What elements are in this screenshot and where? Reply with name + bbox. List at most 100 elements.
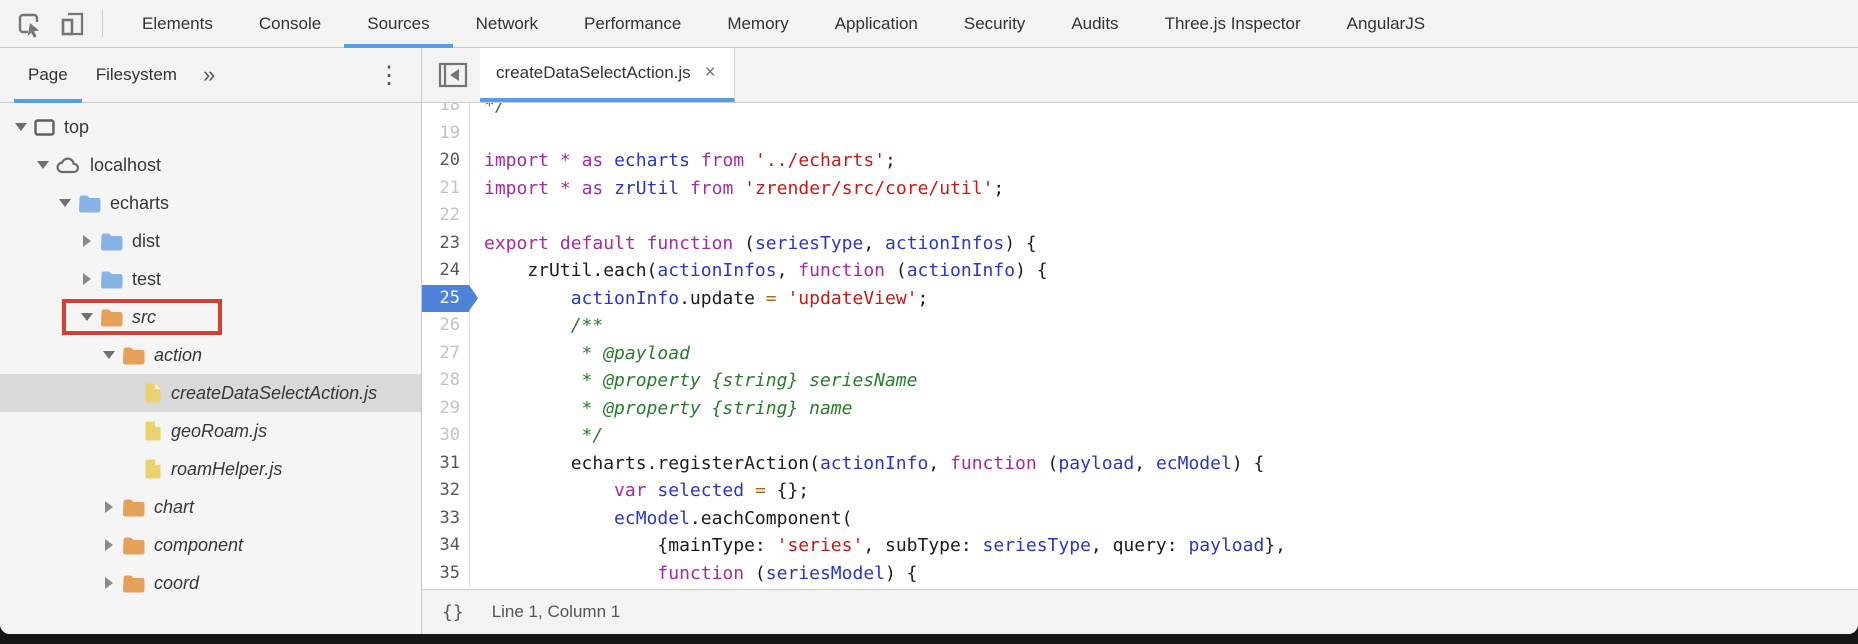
code-text[interactable]: import * as echarts from '../echarts';	[470, 147, 1858, 175]
line-number[interactable]: 30	[422, 422, 470, 450]
folder-orange-icon	[100, 308, 123, 327]
line-number[interactable]: 27	[422, 340, 470, 368]
tree-item-echarts[interactable]: echarts	[0, 184, 421, 222]
code-line-30: 30 */	[422, 422, 1858, 450]
file-icon	[144, 458, 162, 480]
panel-tab-console[interactable]: Console	[236, 0, 344, 47]
tree-item-action[interactable]: action	[0, 336, 421, 374]
editor-tab-title: createDataSelectAction.js	[496, 63, 691, 83]
hide-navigator-icon[interactable]	[422, 48, 480, 102]
tree-item-component[interactable]: component	[0, 526, 421, 564]
code-line-34: 34 {mainType: 'series', subType: seriesT…	[422, 532, 1858, 560]
tree-item-roamhelper-js[interactable]: roamHelper.js	[0, 450, 421, 488]
line-number[interactable]: 29	[422, 395, 470, 423]
line-number[interactable]: 22	[422, 202, 470, 230]
code-text[interactable]: var selected = {};	[470, 477, 1858, 505]
code-text[interactable]: actionInfo.update = 'updateView';	[470, 285, 1858, 313]
panel-tab-memory[interactable]: Memory	[704, 0, 811, 47]
line-number[interactable]: 35	[422, 560, 470, 588]
editor-statusbar: {} Line 1, Column 1	[422, 589, 1858, 634]
tree-item-dist[interactable]: dist	[0, 222, 421, 260]
line-number[interactable]: 34	[422, 532, 470, 560]
tree-item-label: echarts	[110, 193, 169, 214]
code-text[interactable]: {mainType: 'series', subType: seriesType…	[470, 532, 1858, 560]
pretty-print-icon[interactable]: {}	[442, 602, 464, 623]
panel-tab-sources[interactable]: Sources	[344, 0, 452, 47]
tree-item-label: test	[132, 269, 161, 290]
line-number[interactable]: 24	[422, 257, 470, 285]
panel-tab-security[interactable]: Security	[941, 0, 1048, 47]
code-text[interactable]: zrUtil.each(actionInfos, function (actio…	[470, 257, 1858, 285]
code-text[interactable]: * @property {string} seriesName	[470, 367, 1858, 395]
tree-item-coord[interactable]: coord	[0, 564, 421, 602]
tree-item-createdataselectaction-js[interactable]: createDataSelectAction.js	[0, 374, 421, 412]
cursor-position-label: Line 1, Column 1	[492, 602, 621, 622]
overflow-menu-icon[interactable]: ⋮	[363, 48, 415, 102]
chevron-right-icon[interactable]	[78, 235, 96, 247]
panel-tab-performance[interactable]: Performance	[561, 0, 704, 47]
panel-tab-three-js-inspector[interactable]: Three.js Inspector	[1142, 0, 1324, 47]
line-number[interactable]: 21	[422, 175, 470, 203]
line-number[interactable]: 28	[422, 367, 470, 395]
file-tree: top localhost echarts dist test src action crea…	[0, 103, 421, 634]
code-text[interactable]: function (seriesModel) {	[470, 560, 1858, 588]
code-text[interactable]	[470, 120, 1858, 148]
line-number[interactable]: 23	[422, 230, 470, 258]
tree-item-chart[interactable]: chart	[0, 488, 421, 526]
code-text[interactable]: /**	[470, 312, 1858, 340]
line-number[interactable]: 32	[422, 477, 470, 505]
line-number[interactable]: 19	[422, 120, 470, 148]
chevron-down-icon[interactable]	[100, 351, 118, 359]
code-text[interactable]: * @payload	[470, 340, 1858, 368]
chevron-right-icon[interactable]	[100, 577, 118, 589]
chevron-down-icon[interactable]	[34, 161, 52, 169]
code-line-27: 27 * @payload	[422, 340, 1858, 368]
chevron-down-icon[interactable]	[78, 313, 96, 321]
navigator-tab-page-label: Page	[28, 65, 68, 85]
code-text[interactable]: import * as zrUtil from 'zrender/src/cor…	[470, 175, 1858, 203]
code-text[interactable]: */	[470, 103, 1858, 120]
code-text[interactable]: ecModel.eachComponent(	[470, 505, 1858, 533]
tree-item-label: component	[154, 535, 243, 556]
inspect-element-icon[interactable]	[14, 9, 44, 39]
chevron-right-icon[interactable]	[100, 501, 118, 513]
line-number[interactable]: 31	[422, 450, 470, 478]
chevron-down-icon[interactable]	[56, 199, 74, 207]
editor-tab-createdataselectaction[interactable]: createDataSelectAction.js ×	[480, 48, 735, 102]
code-line-33: 33 ecModel.eachComponent(	[422, 505, 1858, 533]
navigator-tab-page[interactable]: Page	[14, 48, 82, 102]
line-number[interactable]: 20	[422, 147, 470, 175]
more-tabs-icon[interactable]: »	[191, 48, 227, 102]
device-toolbar-icon[interactable]	[58, 9, 88, 39]
tree-item-label: src	[132, 307, 156, 328]
panel-tab-angularjs[interactable]: AngularJS	[1324, 0, 1448, 47]
navigator-header: Page Filesystem » ⋮	[0, 48, 421, 103]
code-text[interactable]: * @property {string} name	[470, 395, 1858, 423]
code-line-32: 32 var selected = {};	[422, 477, 1858, 505]
chevron-right-icon[interactable]	[100, 539, 118, 551]
source-code-viewer[interactable]: 18*/1920import * as echarts from '../ech…	[422, 103, 1858, 589]
tree-item-label: localhost	[90, 155, 161, 176]
code-text[interactable]: */	[470, 422, 1858, 450]
panel-tab-audits[interactable]: Audits	[1048, 0, 1141, 47]
panel-tab-network[interactable]: Network	[453, 0, 561, 47]
execution-line-marker[interactable]: 25	[422, 285, 470, 313]
tree-item-top[interactable]: top	[0, 108, 421, 146]
chevron-right-icon[interactable]	[78, 273, 96, 285]
tree-item-georoam-js[interactable]: geoRoam.js	[0, 412, 421, 450]
tree-item-localhost[interactable]: localhost	[0, 146, 421, 184]
tree-item-test[interactable]: test	[0, 260, 421, 298]
code-text[interactable]: export default function (seriesType, act…	[470, 230, 1858, 258]
panel-tab-elements[interactable]: Elements	[119, 0, 236, 47]
panel-tab-application[interactable]: Application	[812, 0, 941, 47]
close-tab-icon[interactable]: ×	[703, 62, 718, 84]
chevron-down-icon[interactable]	[12, 123, 30, 131]
tree-item-label: action	[154, 345, 202, 366]
line-number[interactable]: 18	[422, 103, 470, 120]
code-text[interactable]	[470, 202, 1858, 230]
line-number[interactable]: 26	[422, 312, 470, 340]
code-text[interactable]: echarts.registerAction(actionInfo, funct…	[470, 450, 1858, 478]
navigator-tab-filesystem[interactable]: Filesystem	[82, 48, 191, 102]
tree-item-src[interactable]: src	[0, 298, 421, 336]
line-number[interactable]: 33	[422, 505, 470, 533]
